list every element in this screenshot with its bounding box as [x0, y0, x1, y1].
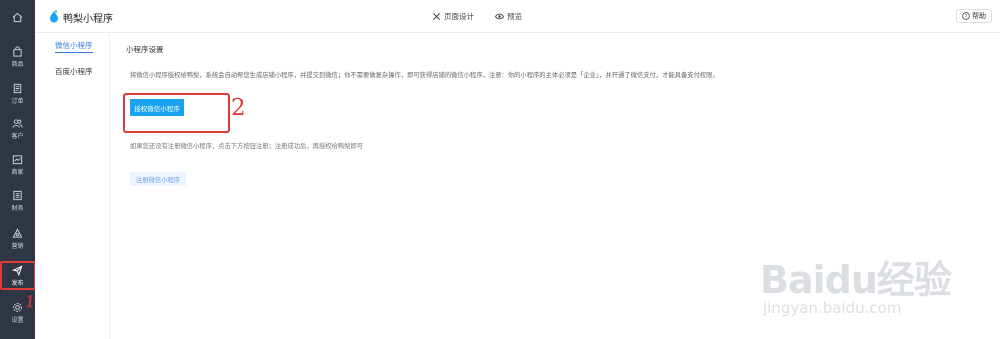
help-label: 帮助 [972, 12, 986, 20]
question-icon: ? [962, 12, 970, 20]
sub-nav: 微信小程序 百度小程序 [35, 34, 110, 339]
eye-icon [495, 13, 504, 20]
register-hint-text: 如果您还没有注册微信小程序，点击下方按钮注册；注册成功后，再授权给鸭梨即可 [130, 143, 363, 150]
gear-icon [13, 303, 22, 312]
publish-highlight-box [0, 261, 36, 290]
nav-label-settings: 设置 [11, 317, 24, 324]
page-design-label: 页面设计 [444, 12, 474, 21]
nav-item-merchants[interactable]: 商家 [0, 148, 35, 182]
users-icon [12, 119, 23, 128]
left-nav: 商品 订单 客户 商家 财务 营销 发布 设置 [0, 0, 36, 339]
preview-label: 预览 [507, 12, 522, 21]
tools-icon [432, 12, 441, 21]
preview-link[interactable]: 预览 [495, 11, 522, 22]
help-button[interactable]: ? 帮助 [956, 9, 992, 23]
nav-label-goods: 商品 [11, 61, 24, 68]
order-icon [13, 83, 22, 94]
nav-item-goods[interactable]: 商品 [0, 40, 35, 74]
nav-label-customers: 客户 [11, 133, 24, 140]
register-wechat-button[interactable]: 注册微信小程序 [130, 172, 186, 186]
nav-label-marketing: 营销 [11, 243, 24, 250]
svg-text:?: ? [965, 14, 968, 20]
store-icon [12, 155, 23, 165]
step-annotation-2: 2 [231, 95, 246, 121]
nav-item-customers[interactable]: 客户 [0, 112, 35, 146]
app-title: 鸭梨小程序 [63, 14, 113, 25]
nav-label-finance: 财务 [11, 205, 24, 212]
logo-icon [50, 10, 58, 23]
nav-item-finance[interactable]: 财务 [0, 184, 35, 218]
intro-text: 将微信小程序授权给鸭梨，系统会自动帮您生成店铺小程序，并提交到微信；你不需要做复… [130, 72, 719, 79]
section-title: 小程序设置 [126, 45, 164, 54]
page-design-link[interactable]: 页面设计 [432, 11, 474, 22]
finance-icon [13, 190, 22, 201]
nav-item-marketing[interactable]: 营销 [0, 222, 35, 256]
nav-item-home[interactable] [0, 4, 35, 30]
home-icon [12, 12, 23, 22]
nav-item-orders[interactable]: 订单 [0, 77, 35, 111]
bag-icon [13, 46, 22, 57]
subnav-item-wechat[interactable]: 微信小程序 [55, 40, 93, 53]
nav-label-orders: 订单 [11, 98, 24, 105]
top-header: 鸭梨小程序 页面设计 预览 ? 帮助 [35, 0, 1000, 33]
authorize-highlight-box [123, 93, 230, 133]
subnav-item-baidu[interactable]: 百度小程序 [55, 66, 93, 77]
marketing-icon [12, 228, 23, 238]
watermark-url: jingyan.baidu.com [763, 299, 902, 317]
watermark: Baidu经验 jingyan.baidu.com [760, 249, 995, 329]
nav-label-merchants: 商家 [11, 169, 24, 176]
watermark-brand: Baidu经验 [760, 258, 952, 302]
